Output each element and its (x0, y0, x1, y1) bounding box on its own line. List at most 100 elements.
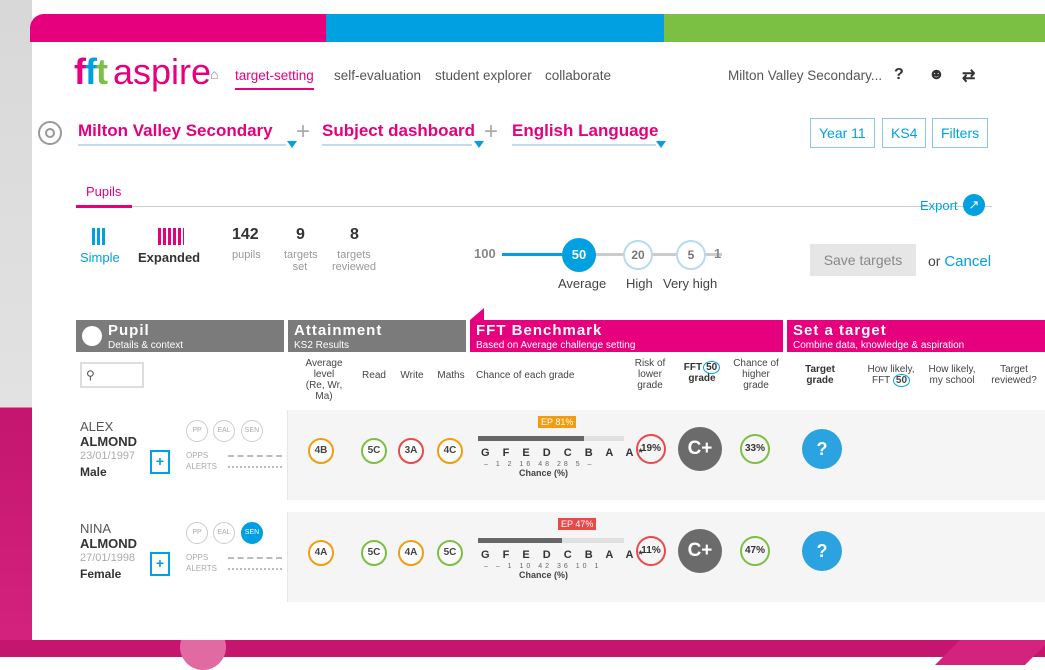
user-icon[interactable]: ☻ (928, 66, 945, 84)
pupil-sex: Female (80, 567, 122, 581)
nav-student-explorer[interactable]: student explorer (435, 68, 532, 83)
background-left (0, 0, 32, 657)
benchmark-header: FFT Benchmark Based on Average challenge… (470, 320, 783, 352)
grade-percentages: – 1 2 16 48 28 5 – (484, 461, 595, 468)
col-maths: Maths (437, 370, 465, 381)
save-targets-button[interactable]: Save targets (810, 244, 916, 276)
col-write: Write (400, 370, 424, 381)
tab-pupils[interactable]: Pupils (86, 184, 121, 199)
targets-reviewed-count: 8 (350, 226, 359, 243)
slider-option-20[interactable]: 20 (623, 240, 653, 270)
pupil-dob: 23/01/1997 (80, 450, 136, 462)
expanded-view-button[interactable]: Expanded (138, 250, 200, 265)
slider-fill (502, 253, 562, 256)
risk-lower-value: 11% (636, 536, 666, 566)
export-icon[interactable]: ↗ (963, 194, 985, 216)
col-target-grade: Target grade (805, 364, 835, 386)
ep-badge: EP 47% (558, 518, 597, 530)
chance-higher-value: 47% (740, 536, 770, 566)
breadcrumb-dashboard[interactable]: Subject dashboard (322, 121, 475, 141)
read-grade: 5C (361, 540, 387, 566)
opps-label: OPPS (186, 451, 209, 460)
grade-percentages: – – 1 10 42 36 10 1 (484, 563, 602, 570)
tab-divider (76, 206, 992, 207)
brand-stripe-blue (326, 14, 664, 42)
filters-button[interactable]: Filters (932, 118, 989, 148)
average-level-grade: 4B (308, 438, 334, 464)
plus-icon: + (484, 118, 499, 145)
opps-indicator (228, 455, 282, 457)
brand-stripe-green (664, 14, 1045, 42)
slider-label-very-high: Very high (663, 276, 718, 291)
sen-badge: SEN (241, 522, 263, 544)
chevron-down-icon[interactable] (656, 141, 666, 148)
grade-scale: G F E D C B A A* (481, 549, 648, 561)
slider-option-50[interactable]: 50 (562, 238, 596, 272)
col-risk-lower: Risk of lower grade (634, 358, 666, 391)
grade-scale: G F E D C B A A* (481, 447, 648, 459)
switch-icon[interactable]: ⇄ (962, 66, 975, 86)
targets-set-count: 9 (296, 226, 305, 243)
search-input[interactable]: ⚲ (80, 362, 144, 388)
nav-target-setting[interactable]: target-setting (235, 68, 314, 90)
ep-badge: EP 81% (538, 416, 577, 428)
alerts-label: ALERTS (186, 462, 217, 471)
col-chance-higher: Chance of higher grade (733, 358, 779, 391)
col-read: Read (362, 370, 386, 381)
breadcrumb-underline (322, 144, 472, 146)
fft-grade: C+ (678, 529, 722, 573)
col-average-level: Average level (Re, Wr, Ma) (305, 358, 343, 402)
pupil-dob: 27/01/1998 (80, 552, 136, 564)
slider-option-5[interactable]: 5 (676, 240, 706, 270)
year-filter[interactable]: Year 11 (810, 118, 875, 148)
target-header: Set a target Combine data, knowledge & a… (787, 320, 1045, 352)
write-grade: 4A (398, 540, 424, 566)
avatar-icon (82, 326, 102, 346)
export-link[interactable]: Export (920, 198, 958, 213)
pp-badge: PP (186, 522, 208, 544)
slider-label-average: Average (558, 276, 607, 291)
eal-badge: EAL (213, 420, 235, 442)
logo[interactable]: fft aspire (74, 54, 211, 90)
cancel-link[interactable]: Cancel (944, 253, 991, 270)
simple-view-button[interactable]: Simple (80, 250, 120, 265)
grade-chance-fill (478, 436, 584, 441)
help-icon[interactable]: ? (894, 66, 904, 84)
opps-label: OPPS (186, 553, 209, 562)
pupil-first-name: NINA (80, 521, 112, 536)
col-how-likely-fft: How likely, FFT 50 (867, 364, 915, 387)
pupil-first-name: ALEX (80, 419, 114, 434)
chance-label: Chance (%) (519, 468, 569, 478)
attainment-header: Attainment KS2 Results (288, 320, 466, 352)
plus-icon: + (296, 118, 311, 145)
set-target-button[interactable]: ? (802, 531, 842, 571)
home-icon[interactable]: ⌂ (210, 66, 218, 82)
ks-filter[interactable]: KS4 (882, 118, 927, 148)
breadcrumb-subject[interactable]: English Language (512, 121, 658, 141)
or-text: or Cancel (928, 253, 992, 270)
notes-add-icon[interactable]: + (150, 552, 170, 576)
breadcrumb-school[interactable]: Milton Valley Secondary (78, 121, 273, 141)
search-icon: ⚲ (86, 368, 95, 382)
targets-reviewed-label: targets reviewed (331, 249, 377, 273)
nav-collaborate[interactable]: collaborate (545, 68, 611, 83)
targets-set-label: targets set (284, 249, 318, 273)
alerts-indicator (228, 466, 282, 468)
set-target-button[interactable]: ? (802, 429, 842, 469)
brand-stripe-magenta (30, 14, 326, 42)
sen-badge: SEN (241, 420, 263, 442)
background-bottom (0, 640, 1045, 657)
nav-self-evaluation[interactable]: self-evaluation (334, 68, 421, 83)
benchmark-flag (470, 308, 484, 320)
col-how-likely-school: How likely, my school (928, 364, 976, 386)
expanded-view-icon[interactable] (158, 228, 184, 245)
pupil-last-name[interactable]: ALMOND (80, 434, 137, 449)
pupil-last-name[interactable]: ALMOND (80, 536, 137, 551)
simple-view-icon[interactable] (92, 228, 106, 245)
average-level-grade: 4A (308, 540, 334, 566)
chevron-down-icon[interactable] (474, 141, 484, 148)
tab-active-underline (76, 205, 132, 208)
slider-start-label: 100 (474, 246, 496, 261)
notes-add-icon[interactable]: + (150, 450, 170, 474)
school-menu[interactable]: Milton Valley Secondary... (728, 68, 882, 83)
